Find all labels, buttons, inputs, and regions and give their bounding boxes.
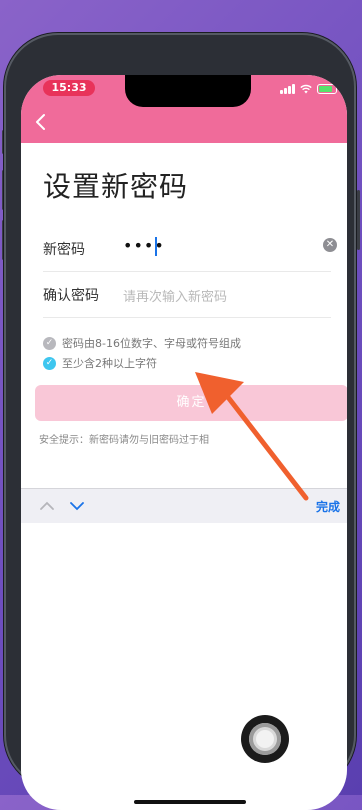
page-header: 15:33 <box>21 75 347 143</box>
confirm-password-label: 确认密码 <box>43 288 99 304</box>
new-password-input[interactable]: •••• <box>123 236 165 255</box>
rule-length-text: 密码由8-16位数字、字母或符号组成 <box>62 337 241 350</box>
rule-length: ✓ 密码由8-16位数字、字母或符号组成 <box>43 335 241 351</box>
new-password-row: 新密码 •••• ✕ <box>43 225 337 272</box>
chevron-up-icon[interactable] <box>39 498 55 514</box>
battery-icon <box>317 84 337 94</box>
page-title: 设置新密码 <box>43 170 189 203</box>
text-cursor <box>155 237 157 256</box>
home-indicator <box>134 800 246 804</box>
side-button-right <box>357 190 360 250</box>
rule-variety: ✓ 至少含2种以上字符 <box>43 355 157 371</box>
home-button[interactable] <box>241 715 289 763</box>
status-time: 15:33 <box>43 80 95 96</box>
keyboard-toolbar: 完成 <box>21 488 347 523</box>
back-arrow-icon[interactable] <box>33 113 49 131</box>
confirm-password-input[interactable]: 请再次输入新密码 <box>123 286 227 305</box>
chevron-down-icon[interactable] <box>69 498 85 514</box>
confirm-password-row: 确认密码 请再次输入新密码 <box>43 271 331 318</box>
done-button[interactable]: 完成 <box>316 498 340 515</box>
new-password-label: 新密码 <box>43 242 85 258</box>
wifi-icon <box>300 84 312 94</box>
rule-variety-text: 至少含2种以上字符 <box>62 357 157 370</box>
status-icons <box>280 82 337 96</box>
security-tip: 安全提示：新密码请勿与旧密码过于相 <box>39 435 209 446</box>
check-icon: ✓ <box>43 336 56 350</box>
camera-notch <box>125 75 251 107</box>
confirm-button[interactable]: 确定 <box>35 385 347 421</box>
clear-icon[interactable]: ✕ <box>323 238 337 252</box>
app-screen: 15:33 设置新密码 新密码 •••• ✕ 确认密码 请再次输入新密码 ✓ 密… <box>21 75 347 810</box>
check-icon: ✓ <box>43 356 56 370</box>
phone-frame: 15:33 设置新密码 新密码 •••• ✕ 确认密码 请再次输入新密码 ✓ 密… <box>4 33 356 810</box>
signal-icon <box>280 84 295 94</box>
